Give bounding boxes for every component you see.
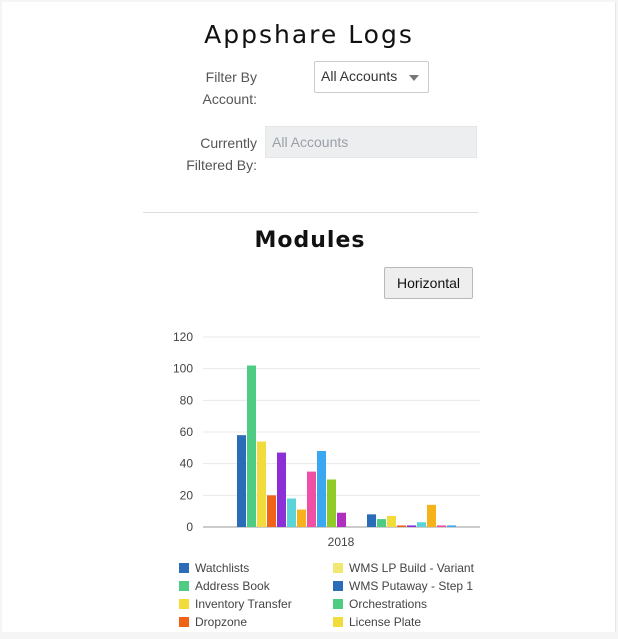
legend-label: WMS LP Build - Variant bbox=[349, 561, 475, 575]
bar bbox=[257, 441, 266, 527]
bar bbox=[297, 509, 306, 527]
bar bbox=[237, 435, 246, 527]
bar bbox=[327, 479, 336, 527]
y-tick-label: 0 bbox=[186, 520, 193, 534]
account-select-value: All Accounts bbox=[321, 68, 398, 84]
y-tick-label: 80 bbox=[180, 393, 194, 407]
legend-swatch bbox=[179, 581, 189, 591]
legend-label: Dropzone bbox=[195, 615, 247, 629]
modules-title: Modules bbox=[254, 228, 366, 253]
page-title: Appshare Logs bbox=[204, 20, 414, 49]
bar bbox=[367, 514, 376, 527]
modules-chart: 0 20 40 60 80 100 120 2018 Watchlists WMS LP Buil… bbox=[173, 330, 480, 629]
bar bbox=[267, 495, 276, 527]
currently-filtered-label: Currently Filtered By: bbox=[150, 132, 257, 176]
bar bbox=[317, 451, 326, 527]
y-tick-label: 20 bbox=[180, 488, 194, 502]
bar bbox=[277, 452, 286, 527]
currently-filtered-label-line2: Filtered By: bbox=[186, 157, 257, 173]
chevron-down-icon bbox=[409, 75, 419, 81]
legend-swatch bbox=[179, 599, 189, 609]
y-tick-label: 120 bbox=[173, 330, 193, 344]
currently-filtered-label-line1: Currently bbox=[200, 135, 257, 151]
y-tick-label: 100 bbox=[173, 362, 193, 376]
divider bbox=[143, 212, 478, 213]
legend-label: Address Book bbox=[195, 579, 271, 593]
legend-swatch bbox=[333, 599, 343, 609]
horizontal-button[interactable]: Horizontal bbox=[384, 267, 473, 299]
legend-label: License Plate bbox=[349, 615, 421, 629]
x-tick-label: 2018 bbox=[328, 535, 355, 549]
current-filter-field: All Accounts bbox=[265, 126, 477, 158]
filter-by-label: Filter By Account: bbox=[170, 66, 257, 110]
bar bbox=[247, 365, 256, 527]
bar bbox=[397, 525, 406, 527]
bar bbox=[337, 512, 346, 527]
bar bbox=[287, 498, 296, 527]
legend-label: Watchlists bbox=[195, 561, 249, 575]
legend-swatch bbox=[179, 617, 189, 627]
bar bbox=[427, 504, 436, 527]
bar bbox=[437, 525, 446, 527]
account-select[interactable]: All Accounts bbox=[314, 61, 429, 93]
bar bbox=[447, 525, 456, 527]
filter-by-label-line1: Filter By bbox=[205, 69, 257, 85]
bar bbox=[307, 471, 316, 527]
legend-label: WMS Putaway - Step 1 bbox=[349, 579, 473, 593]
legend-label: Inventory Transfer bbox=[195, 597, 292, 611]
legend-swatch bbox=[333, 581, 343, 591]
bar bbox=[407, 525, 416, 527]
y-tick-label: 60 bbox=[180, 425, 194, 439]
legend-swatch bbox=[333, 617, 343, 627]
legend-swatch bbox=[179, 563, 189, 573]
legend-label: Orchestrations bbox=[349, 597, 427, 611]
y-tick-label: 40 bbox=[180, 457, 194, 471]
legend-swatch bbox=[333, 563, 343, 573]
bar bbox=[417, 522, 426, 527]
bar bbox=[387, 515, 396, 527]
filter-by-label-line2: Account: bbox=[202, 91, 257, 107]
bar bbox=[377, 519, 386, 527]
